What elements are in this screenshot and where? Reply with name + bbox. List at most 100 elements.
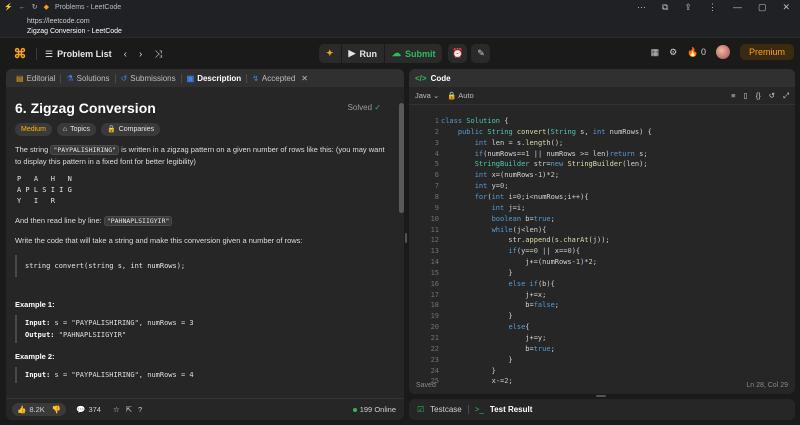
code-line[interactable]: int x=(numRows-1)*2; <box>441 170 559 181</box>
tab-testcase[interactable]: Testcase <box>430 405 462 414</box>
code-line[interactable]: class Solution { <box>441 116 508 127</box>
problem-title[interactable]: 6. Zigzag Conversion <box>15 101 156 115</box>
tag-icon: ⌂ <box>62 125 68 133</box>
braces-icon[interactable]: {} <box>756 91 761 101</box>
like-button[interactable]: 👍 8.2K 👎 <box>12 403 67 416</box>
prev-problem-icon[interactable]: ‹ <box>124 49 127 60</box>
notes-button[interactable]: ✎ <box>471 44 491 63</box>
tab-accepted[interactable]: ↯ Accepted ✕ <box>247 74 313 83</box>
code-tab-label[interactable]: Code <box>431 74 451 83</box>
code-line[interactable]: else if(b){ <box>441 279 554 290</box>
more-icon[interactable]: ⋮ <box>708 2 717 13</box>
editor-status-bar: Saved Ln 28, Col 29 <box>409 376 795 394</box>
auto-label: Auto <box>458 91 474 100</box>
accepted-icon: ↯ <box>252 73 259 83</box>
tab-editorial[interactable]: ▤ Editorial <box>11 74 60 83</box>
close-tab-icon[interactable]: ✕ <box>301 74 308 83</box>
leetcode-logo-icon[interactable]: ⌘ <box>12 46 28 62</box>
tab-test-result[interactable]: Test Result <box>490 405 533 414</box>
reload-icon[interactable]: ↻ <box>32 3 38 11</box>
maximize-icon[interactable]: ▢ <box>758 2 767 13</box>
topics-chip[interactable]: ⌂ Topics <box>56 123 96 136</box>
debug-button[interactable]: ✦ <box>319 44 341 63</box>
code-line[interactable]: boolean b=true; <box>441 214 555 225</box>
description-paragraph-2: And then read line by line: "PAHNAPLSIIG… <box>15 215 387 227</box>
format-icon[interactable]: ≡ <box>731 91 735 101</box>
code-editor[interactable]: 1 2 3 4 5 6 7 8 9 10 11 12 13 14 15 16 17 18 19 20 21 22 23 24 2… <box>409 112 795 385</box>
settings-icon[interactable]: ⚙ <box>669 47 677 58</box>
tab-description-label: Description <box>197 73 242 83</box>
back-icon[interactable]: ← <box>19 4 26 11</box>
layout-icon[interactable]: ▦ <box>651 47 660 58</box>
browser-tab-title[interactable]: Problems - LeetCode <box>55 4 121 11</box>
note-icon: ✎ <box>477 48 485 58</box>
code-line[interactable]: if(y==0 || x==0){ <box>441 246 580 257</box>
avatar[interactable] <box>715 45 730 59</box>
thumbs-down-icon[interactable]: 👎 <box>52 405 61 414</box>
code-line[interactable]: } <box>441 268 512 279</box>
code-line[interactable]: int y=0; <box>441 181 509 192</box>
code-line[interactable]: b=false; <box>441 300 559 311</box>
code-line[interactable]: j+=y; <box>441 333 546 344</box>
comments-button[interactable]: 💬 374 <box>76 405 101 414</box>
share-icon[interactable]: ⇪ <box>684 2 692 13</box>
p1-text-a: The string <box>15 145 51 154</box>
streak-counter[interactable]: 🔥 0 <box>687 47 706 58</box>
browser-titlebar: ⚡ ← ↻ ◆ Problems - LeetCode ⋯ ⧉ ⇪ ⋮ — ▢ … <box>0 0 800 14</box>
next-problem-icon[interactable]: › <box>139 49 142 60</box>
code-line[interactable]: else{ <box>441 322 529 333</box>
run-label: Run <box>359 48 377 59</box>
tab-solutions[interactable]: ⚗ Solutions <box>61 74 114 83</box>
language-select[interactable]: Java ⌄ <box>415 91 439 100</box>
description-paragraph-3: Write the code that will take a string a… <box>15 236 303 245</box>
tab-accepted-label: Accepted <box>261 73 296 83</box>
code-line[interactable]: int len = s.length(); <box>441 138 564 149</box>
tab-description[interactable]: ▣ Description <box>182 74 247 83</box>
extensions-icon[interactable]: ⧉ <box>662 2 668 13</box>
code-line[interactable]: int j=i; <box>441 203 526 214</box>
address-bar[interactable]: https://leetcode.com Zigzag Conversion -… <box>0 14 800 38</box>
code-line[interactable]: while(j<len){ <box>441 225 547 236</box>
code-line[interactable]: StringBuilder str=new StringBuilder(len)… <box>441 159 648 170</box>
bookmark-icon[interactable]: ▯ <box>744 91 748 101</box>
reset-icon[interactable]: ↺ <box>769 91 775 101</box>
description-panel: ▤ Editorial ⚗ Solutions ↺ Submissions ▣ Desc… <box>6 69 404 420</box>
submit-button[interactable]: ☁ Submit <box>384 44 443 63</box>
description-scrollbar[interactable] <box>398 91 404 391</box>
star-icon[interactable]: ☆ <box>113 405 120 414</box>
code-line[interactable]: j+=(numRows-1)*2; <box>441 257 597 268</box>
scrollbar-thumb[interactable] <box>399 103 404 213</box>
apps-icon[interactable]: ⋯ <box>637 2 646 13</box>
panel-resize-handle[interactable] <box>596 395 606 397</box>
share-link-icon[interactable]: ⇱ <box>126 405 132 414</box>
fullscreen-icon[interactable]: ⤢ <box>783 91 789 101</box>
code-line[interactable]: } <box>441 366 496 377</box>
shuffle-icon[interactable]: ⤨ <box>154 49 162 60</box>
tab-submissions[interactable]: ↺ Submissions <box>116 74 181 83</box>
panel-resize-handle[interactable] <box>405 233 407 243</box>
code-line[interactable]: if(numRows==1 || numRows >= len)return s… <box>441 149 648 160</box>
nav-right-group: ▦ ⚙ 🔥 0 Premium <box>651 44 794 60</box>
timer-button[interactable]: ⏰ <box>448 44 468 63</box>
solved-status: Solved ✓ <box>348 102 381 114</box>
run-button[interactable]: ▶ Run <box>341 44 384 63</box>
cursor-position: Ln 28, Col 29 <box>746 381 788 389</box>
minimize-icon[interactable]: — <box>733 2 742 12</box>
line-number: 23 <box>430 355 439 364</box>
code-line[interactable]: for(int i=0;i<numRows;i++){ <box>441 192 589 203</box>
code-line[interactable]: public String convert(String s, int numR… <box>441 127 652 138</box>
premium-button[interactable]: Premium <box>739 44 794 60</box>
code-line[interactable]: } <box>441 355 512 366</box>
url-text[interactable]: https://leetcode.com <box>27 17 800 27</box>
code-line[interactable]: b=true; <box>441 344 555 355</box>
close-window-icon[interactable]: ✕ <box>782 2 790 13</box>
auto-mode[interactable]: 🔒 Auto <box>447 91 473 100</box>
help-icon[interactable]: ? <box>138 405 142 414</box>
code-line[interactable]: str.append(s.charAt(j)); <box>441 235 609 246</box>
companies-chip[interactable]: 🔒 Companies <box>100 123 161 136</box>
problem-list-button[interactable]: ☰ Problem List <box>45 49 112 60</box>
code-line[interactable]: j+=x; <box>441 290 546 301</box>
code-line[interactable]: } <box>441 311 512 322</box>
line-number: 24 <box>430 366 439 375</box>
editor-toolbar: Java ⌄ 🔒 Auto ≡ ▯ {} ↺ ⤢ <box>409 87 795 105</box>
